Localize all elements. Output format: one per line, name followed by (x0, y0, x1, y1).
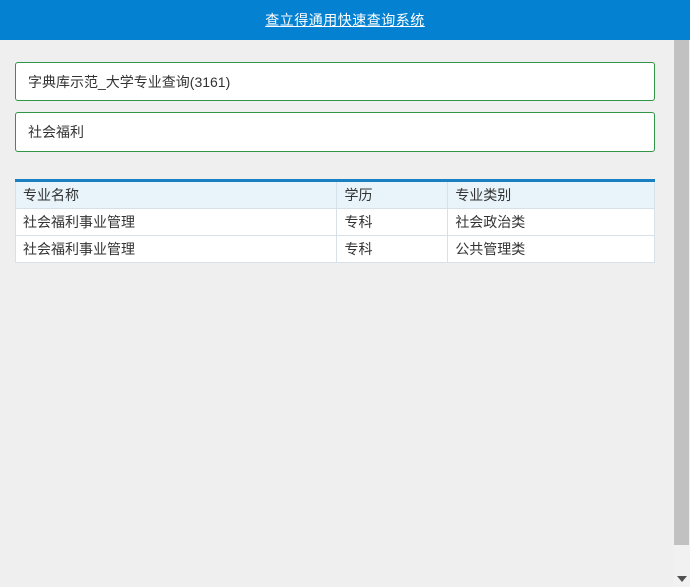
app-title-link[interactable]: 查立得通用快速查询系统 (265, 10, 425, 30)
cell-category: 社会政治类 (448, 209, 655, 236)
results-table: 专业名称 学历 专业类别 社会福利事业管理 专科 社会政治类 社会福利事业管理 … (15, 179, 655, 263)
dictionary-title-label: 字典库示范_大学专业查询(3161) (28, 72, 230, 92)
app-header-bar: 查立得通用快速查询系统 (0, 0, 690, 40)
vertical-scrollbar-track[interactable] (673, 40, 690, 587)
column-header-category: 专业类别 (448, 181, 655, 209)
scrollbar-down-button[interactable] (673, 570, 690, 587)
search-input[interactable] (15, 112, 655, 152)
table-row: 社会福利事业管理 专科 公共管理类 (16, 236, 655, 263)
column-header-major-name: 专业名称 (16, 181, 337, 209)
results-table-head: 专业名称 学历 专业类别 (16, 181, 655, 209)
dictionary-title-box[interactable]: 字典库示范_大学专业查询(3161) (15, 62, 655, 101)
column-header-degree: 学历 (337, 181, 448, 209)
cell-major-name: 社会福利事业管理 (16, 209, 337, 236)
table-header-row: 专业名称 学历 专业类别 (16, 181, 655, 209)
scroll-down-arrow-icon (677, 576, 687, 582)
cell-degree: 专科 (337, 236, 448, 263)
table-row: 社会福利事业管理 专科 社会政治类 (16, 209, 655, 236)
results-table-body: 社会福利事业管理 专科 社会政治类 社会福利事业管理 专科 公共管理类 (16, 209, 655, 263)
vertical-scrollbar-thumb[interactable] (674, 40, 689, 545)
cell-major-name: 社会福利事业管理 (16, 236, 337, 263)
cell-category: 公共管理类 (448, 236, 655, 263)
cell-degree: 专科 (337, 209, 448, 236)
